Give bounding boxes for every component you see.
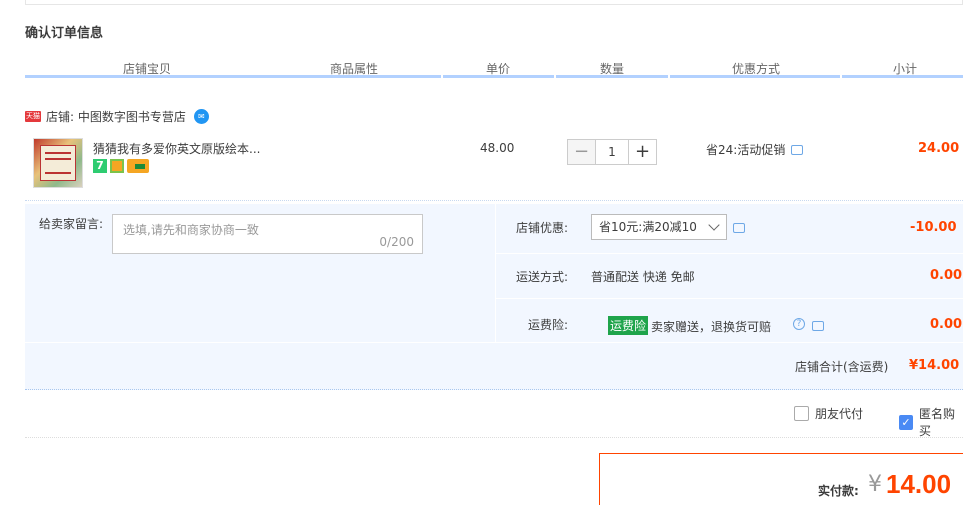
shipping-amount: 0.00 — [930, 268, 963, 283]
item-promotion: 省24:活动促销 — [706, 141, 804, 158]
memo-textarea[interactable]: 选填,请先和商家协商一致 0/200 — [112, 214, 423, 254]
quantity-decrease-button[interactable]: − — [567, 139, 596, 165]
quantity-increase-button[interactable]: + — [628, 139, 657, 165]
memo-label: 给卖家留言: — [39, 217, 104, 231]
shipping-method: 普通配送 快递 免邮 — [591, 270, 695, 284]
top-border — [25, 0, 963, 5]
anonymous-checkbox[interactable]: ✓ — [899, 414, 913, 430]
friend-pay-option[interactable]: 朋友代付 — [794, 405, 863, 422]
panel-divider — [495, 204, 496, 342]
anonymous-label: 匿名购买 — [918, 407, 955, 438]
friend-pay-checkbox[interactable] — [794, 406, 809, 421]
insurance-label: 运费险: — [528, 318, 569, 332]
seven-day-return-icon[interactable]: 7 — [93, 159, 107, 173]
credit-card-icon[interactable] — [127, 159, 149, 173]
anonymous-option[interactable]: ✓ 匿名购买 — [899, 405, 963, 439]
shop-total-value: ¥14.00 — [909, 358, 960, 373]
wangwang-chat-icon[interactable]: ✉ — [193, 108, 209, 124]
comment-icon[interactable] — [811, 321, 824, 331]
shop-total-label: 店铺合计(含运费) — [795, 360, 889, 374]
row-divider — [495, 298, 963, 299]
service-icons: 7 — [93, 159, 149, 173]
comment-icon[interactable] — [791, 144, 804, 155]
shop-discount-label: 店铺优惠: — [516, 221, 569, 235]
shop-discount-value: 省10元:满20减10 — [599, 220, 697, 234]
item-subtotal: 24.00 — [918, 141, 960, 156]
product-name-link[interactable]: 猜猜我有多爱你英文原版绘本... — [93, 140, 260, 157]
chevron-down-icon — [708, 219, 720, 231]
friend-pay-label: 朋友代付 — [815, 407, 864, 421]
comment-icon[interactable] — [733, 223, 745, 233]
help-icon[interactable]: ? — [793, 318, 805, 330]
unit-price: 48.00 — [480, 141, 515, 155]
memo-placeholder: 选填,请先和商家协商一致 — [123, 223, 259, 237]
quantity-stepper: − 1 + — [567, 139, 657, 165]
header-bar — [25, 75, 963, 78]
shop-discount-amount: -10.00 — [910, 220, 957, 235]
currency-symbol: ¥ — [868, 472, 882, 497]
insurance-tag: 运费险 — [608, 316, 649, 335]
guarantee-icon[interactable] — [110, 159, 124, 173]
payment-label: 实付款: — [818, 484, 859, 498]
shop-discount-select[interactable]: 省10元:满20减10 — [591, 214, 727, 240]
tmall-icon: 天猫 — [25, 110, 41, 122]
product-thumbnail[interactable] — [33, 138, 83, 188]
insurance-text: 卖家赠送，退换货可赔 — [651, 320, 772, 334]
shop-name[interactable]: 店铺: 中图数字图书专营店 — [46, 108, 186, 125]
shop-row: 天猫 店铺: 中图数字图书专营店 ✉ — [25, 107, 209, 125]
divider — [25, 437, 963, 438]
section-title: 确认订单信息 — [25, 26, 104, 41]
row-divider — [495, 253, 963, 254]
insurance-amount: 0.00 — [930, 317, 963, 332]
memo-char-count: 0/200 — [379, 235, 414, 249]
quantity-input[interactable]: 1 — [596, 139, 628, 165]
row-divider — [25, 342, 963, 343]
shipping-label: 运送方式: — [516, 270, 569, 284]
promotion-text: 省24:活动促销 — [706, 143, 786, 157]
payment-amount: 14.00 — [886, 469, 952, 499]
